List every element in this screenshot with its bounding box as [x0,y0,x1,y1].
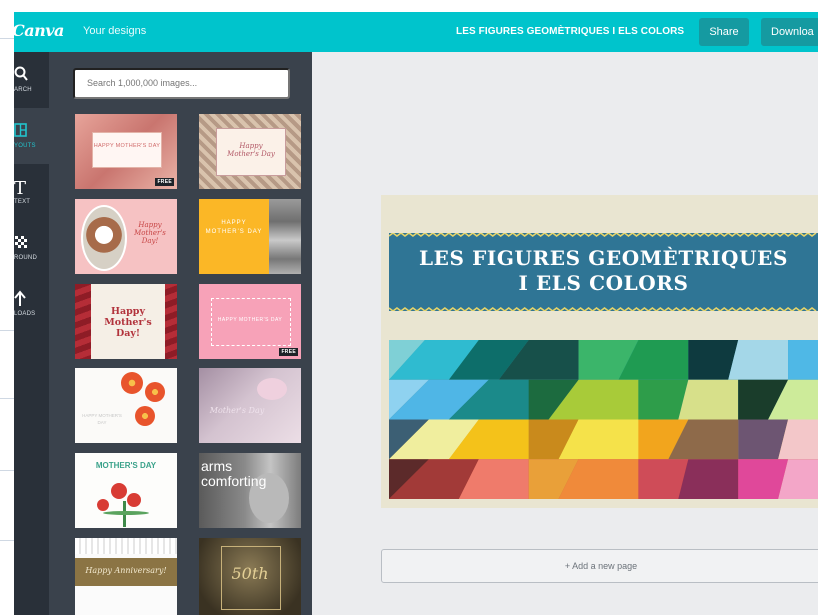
layout-thumb-7[interactable]: HAPPY MOTHER'S DAY [75,368,177,443]
design-title-line2: I ELS COLORS [518,271,689,295]
canva-logo[interactable]: Canva [14,21,64,40]
rail-label-background: ROUND [14,255,37,261]
layout-thumb-2[interactable]: Happy Mother's Day [199,114,301,189]
thumb-text: HAPPY MOTHER'S DAY [217,317,283,323]
layout-thumb-5[interactable]: Happy Mother's Day! [75,284,177,359]
window-edge [0,0,14,615]
rail-label-layouts: YOUTS [14,143,36,149]
thumb-text: MOTHER'S DAY [95,461,157,470]
thumb-text: HAPPY MOTHER'S DAY [82,413,122,425]
tool-rail: ARCH YOUTS T TEXT ROUND LOADS [14,52,49,615]
download-button[interactable]: Downloa [761,18,818,46]
rail-item-uploads[interactable]: LOADS [14,276,49,332]
document-title[interactable]: LES FIGURES GEOMÈTRIQUES I ELS COLORS [456,26,684,37]
your-designs-link[interactable]: Your designs [83,25,146,37]
geometric-mosaic-image[interactable] [389,340,818,499]
zigzag-border-top [389,233,817,237]
canvas-area: LES FIGURES GEOMÈTRIQUES I ELS COLORS + … [312,52,818,615]
rail-item-background[interactable]: ROUND [14,220,49,276]
layout-thumb-10[interactable]: arms comforting [199,453,301,528]
rail-item-search[interactable]: ARCH [14,52,49,108]
text-icon: T [14,178,26,196]
thumb-text: HAPPY MOTHER'S DAY [205,220,263,235]
layout-thumb-8[interactable]: Mother's Day [199,368,301,443]
layout-thumb-4[interactable]: HAPPY MOTHER'S DAY [199,199,301,274]
search-icon [14,66,28,81]
layout-thumb-11[interactable]: Happy Anniversary! [75,538,177,615]
svg-text:T: T [14,178,26,196]
thumb-text: 50th [231,564,269,583]
free-badge: FREE [155,178,174,186]
design-title[interactable]: LES FIGURES GEOMÈTRIQUES I ELS COLORS [389,246,818,296]
canva-editor-window: Canva Your designs LES FIGURES GEOMÈTRIQ… [14,12,818,615]
rail-label-text: TEXT [14,199,31,205]
rail-label-uploads: LOADS [14,311,36,317]
layout-thumb-3[interactable]: Happy Mother's Day! [75,199,177,274]
title-banner[interactable]: LES FIGURES GEOMÈTRIQUES I ELS COLORS [389,233,818,311]
background-pattern-icon [15,236,27,248]
layout-thumb-12[interactable]: 50th [199,538,301,615]
thumb-text: Happy Mother's Day! [104,306,152,339]
thumb-text: Happy Anniversary! [85,566,167,575]
rail-item-layouts[interactable]: YOUTS [14,108,49,164]
design-page[interactable]: LES FIGURES GEOMÈTRIQUES I ELS COLORS [381,195,818,508]
layout-thumb-1[interactable]: HAPPY MOTHER'S DAY FREE [75,114,177,189]
design-title-line1: LES FIGURES GEOMÈTRIQUES [419,246,788,270]
thumb-text: arms comforting [201,458,267,489]
thumb-text: Happy Mother's Day! [134,221,166,245]
share-button[interactable]: Share [699,18,749,46]
layouts-icon [14,123,27,137]
thumb-text: HAPPY MOTHER'S DAY [93,143,161,149]
rail-item-text[interactable]: T TEXT [14,164,49,220]
upload-arrow-icon [14,290,26,306]
zigzag-border-bottom [389,307,817,311]
layouts-panel: HAPPY MOTHER'S DAY FREE Happy Mother's D… [49,52,312,615]
rail-label-search: ARCH [14,87,32,93]
free-badge: FREE [279,348,298,356]
layout-thumb-6[interactable]: HAPPY MOTHER'S DAY FREE [199,284,301,359]
thumb-text: Mother's Day [209,406,265,415]
layout-thumb-9[interactable]: MOTHER'S DAY [75,453,177,528]
add-new-page-button[interactable]: + Add a new page [381,549,818,583]
image-search-input[interactable] [73,68,290,99]
top-bar: Canva Your designs LES FIGURES GEOMÈTRIQ… [14,12,818,52]
thumb-text: Happy Mother's Day [227,142,275,158]
